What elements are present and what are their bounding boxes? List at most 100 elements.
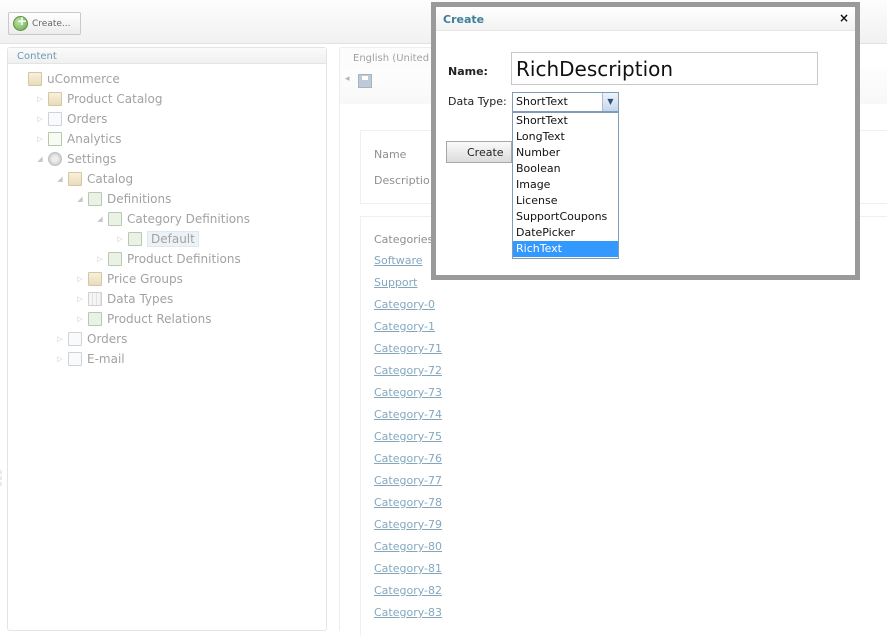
category-item: Category-74 <box>374 408 442 430</box>
save-icon[interactable] <box>358 74 372 88</box>
category-link[interactable]: Category-73 <box>374 386 442 399</box>
expanded-arrow-icon[interactable]: ◢ <box>96 215 104 223</box>
close-icon[interactable]: × <box>839 11 849 25</box>
expanded-arrow-icon[interactable]: ◢ <box>36 155 44 163</box>
tree-node-label: Orders <box>87 332 128 346</box>
data-type-option[interactable]: LongText <box>513 129 618 145</box>
collapsed-arrow-icon[interactable]: ▷ <box>36 135 44 143</box>
dialog-title: Create <box>443 13 485 26</box>
category-link[interactable]: Category-82 <box>374 584 442 597</box>
name-field-label: Name <box>374 148 407 161</box>
expanded-arrow-icon[interactable]: ◢ <box>56 175 64 183</box>
add-icon <box>13 14 28 31</box>
category-link[interactable]: Category-75 <box>374 430 442 443</box>
data-type-label: Data Type: <box>448 95 507 108</box>
collapsed-arrow-icon[interactable]: ▷ <box>56 335 64 343</box>
folder-icon <box>68 172 82 186</box>
page-icon <box>48 112 62 126</box>
chevron-down-icon[interactable]: ▼ <box>602 93 618 111</box>
splitter-handle[interactable]: ⁞ ⁞ ⁞ <box>0 470 5 494</box>
collapsed-arrow-icon[interactable]: ▷ <box>76 295 84 303</box>
tree-node-label: Category Definitions <box>127 212 250 226</box>
tree-node-settings[interactable]: ◢ Settings <box>36 150 116 168</box>
data-type-select[interactable]: ShortText ▼ <box>512 92 619 112</box>
category-item: Category-83 <box>374 606 442 628</box>
category-link[interactable]: Category-0 <box>374 298 435 311</box>
data-type-option[interactable]: DatePicker <box>513 225 618 241</box>
description-field-label: Descriptio <box>374 174 430 187</box>
name-input[interactable] <box>511 52 818 85</box>
tree-node-catalog[interactable]: ◢ Catalog <box>56 170 133 188</box>
tree-node-ucommerce[interactable]: uCommerce <box>16 70 120 88</box>
data-type-dropdown-list: ShortText LongText Number Boolean Image Licen… <box>512 112 619 259</box>
create-submit-button[interactable]: Create <box>446 141 512 163</box>
category-link[interactable]: Support <box>374 276 417 289</box>
collapsed-arrow-icon[interactable]: ▷ <box>76 275 84 283</box>
tree-node-definitions[interactable]: ◢ Definitions <box>76 190 171 208</box>
data-type-option[interactable]: Image <box>513 177 618 193</box>
collapsed-arrow-icon[interactable]: ▷ <box>36 115 44 123</box>
name-label: Name: <box>448 65 488 78</box>
category-item: Category-71 <box>374 342 442 364</box>
tree-node-label: uCommerce <box>47 72 120 86</box>
grid-icon <box>88 292 102 306</box>
data-type-option[interactable]: Boolean <box>513 161 618 177</box>
folder-icon <box>48 92 62 106</box>
category-link[interactable]: Category-1 <box>374 320 435 333</box>
category-link[interactable]: Category-72 <box>374 364 442 377</box>
tree-node-product-definitions[interactable]: ▷ Product Definitions <box>96 250 241 268</box>
tree-node-label: Catalog <box>87 172 134 186</box>
definition-icon <box>108 252 122 266</box>
data-type-option[interactable]: SupportCoupons <box>513 209 618 225</box>
category-link[interactable]: Category-79 <box>374 518 442 531</box>
category-link[interactable]: Category-76 <box>374 452 442 465</box>
create-dialog: Create × Name: Data Type: ShortText ▼ Cr… <box>431 2 860 280</box>
collapsed-arrow-icon[interactable]: ▷ <box>56 355 64 363</box>
collapsed-arrow-icon[interactable]: ▷ <box>116 235 124 243</box>
category-item: Category-75 <box>374 430 442 452</box>
gear-icon <box>48 152 62 166</box>
tree-node-label: Product Catalog <box>67 92 163 106</box>
create-button[interactable]: Create... <box>8 12 81 35</box>
expanded-arrow-icon[interactable]: ◢ <box>76 195 84 203</box>
category-link[interactable]: Category-77 <box>374 474 442 487</box>
tree-node-label: Analytics <box>67 132 122 146</box>
category-item: Category-79 <box>374 518 442 540</box>
data-type-option[interactable]: RichText <box>513 241 618 257</box>
tree-node-price-groups[interactable]: ▷ Price Groups <box>76 270 183 288</box>
category-item: Category-78 <box>374 496 442 518</box>
tree-node-product-catalog[interactable]: ▷ Product Catalog <box>36 90 162 108</box>
collapse-arrow-icon[interactable]: ◂ <box>345 74 350 84</box>
category-link[interactable]: Category-80 <box>374 540 442 553</box>
tree-node-email[interactable]: ▷ E-mail <box>56 350 125 368</box>
category-link[interactable]: Category-78 <box>374 496 442 509</box>
category-link[interactable]: Category-81 <box>374 562 442 575</box>
collapsed-arrow-icon[interactable]: ▷ <box>76 315 84 323</box>
tree-node-settings-orders[interactable]: ▷ Orders <box>56 330 127 348</box>
category-link[interactable]: Software <box>374 254 423 267</box>
tree-node-category-definitions[interactable]: ◢ Category Definitions <box>96 210 250 228</box>
category-link[interactable]: Category-83 <box>374 606 442 619</box>
collapsed-arrow-icon[interactable]: ▷ <box>96 255 104 263</box>
definition-icon <box>88 312 102 326</box>
data-type-option[interactable]: ShortText <box>513 113 618 129</box>
tree-node-default[interactable]: ▷ Default <box>116 230 199 248</box>
data-type-selected-value: ShortText <box>516 95 568 108</box>
tree-node-data-types[interactable]: ▷ Data Types <box>76 290 173 308</box>
collapsed-arrow-icon[interactable]: ▷ <box>36 95 44 103</box>
tree-node-label: Product Definitions <box>127 252 241 266</box>
category-link[interactable]: Category-71 <box>374 342 442 355</box>
dialog-titlebar: Create × <box>436 7 855 31</box>
chart-icon <box>48 132 62 146</box>
category-item: Category-72 <box>374 364 442 386</box>
data-type-option[interactable]: Number <box>513 145 618 161</box>
tree-node-product-relations[interactable]: ▷ Product Relations <box>76 310 211 328</box>
tree-node-analytics[interactable]: ▷ Analytics <box>36 130 122 148</box>
definition-icon <box>108 212 122 226</box>
category-item: Category-77 <box>374 474 442 496</box>
category-link[interactable]: Category-74 <box>374 408 442 421</box>
definition-icon <box>88 192 102 206</box>
tree-node-orders[interactable]: ▷ Orders <box>36 110 107 128</box>
tree-node-label: Data Types <box>107 292 174 306</box>
data-type-option[interactable]: License <box>513 193 618 209</box>
